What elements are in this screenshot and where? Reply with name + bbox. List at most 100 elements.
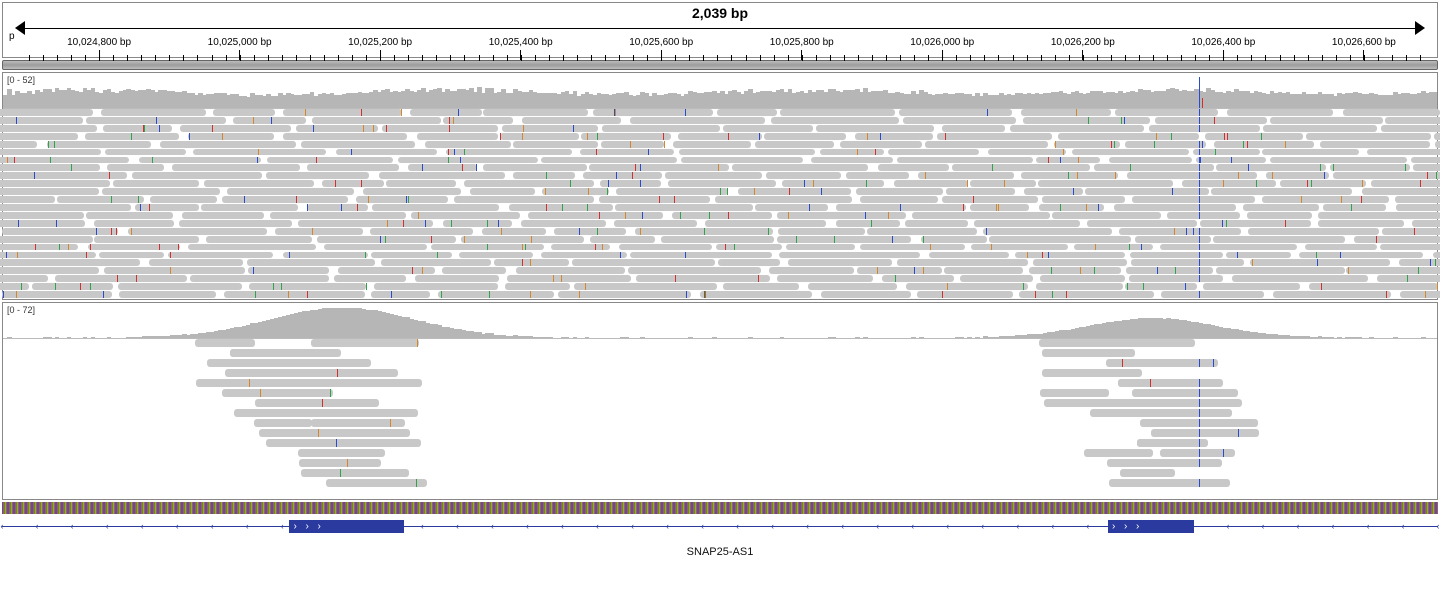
aligned-read[interactable] [55,275,188,282]
aligned-read[interactable] [233,117,307,124]
aligned-read[interactable] [1087,220,1197,227]
aligned-read[interactable] [1033,259,1126,266]
aligned-read[interactable] [1021,172,1119,179]
aligned-read[interactable] [1109,157,1192,164]
aligned-read[interactable] [1205,133,1303,140]
aligned-read[interactable] [1250,259,1389,266]
aligned-read[interactable] [1024,188,1082,195]
aligned-read[interactable] [1072,149,1188,156]
aligned-read[interactable] [723,125,813,132]
aligned-read[interactable] [283,252,368,259]
aligned-read[interactable] [1130,252,1223,259]
aligned-read[interactable] [788,259,892,266]
aligned-read[interactable] [732,164,868,171]
aligned-read[interactable] [1052,212,1161,219]
aligned-read[interactable] [970,204,1029,211]
aligned-read[interactable] [370,228,474,235]
aligned-read[interactable] [1182,180,1276,187]
aligned-read[interactable] [322,180,385,187]
aligned-read[interactable] [283,133,407,140]
aligned-read[interactable] [808,283,897,290]
aligned-read[interactable] [1396,204,1440,211]
gene-annotation-track[interactable]: ‹‹‹‹‹‹‹‹‹‹‹‹‹‹‹‹‹‹‹‹‹‹‹‹‹‹‹‹‹‹‹‹‹‹‹‹‹‹‹‹… [2,518,1438,544]
aligned-read[interactable] [755,141,834,148]
aligned-read[interactable] [628,267,761,274]
aligned-read[interactable] [738,188,851,195]
aligned-read[interactable] [0,244,78,251]
aligned-read[interactable] [179,220,292,227]
aligned-read[interactable] [505,283,571,290]
aligned-read[interactable] [382,125,498,132]
aligned-read[interactable] [1248,228,1378,235]
aligned-read[interactable] [0,141,37,148]
aligned-read[interactable] [989,236,1131,243]
reference-sequence-track[interactable] [2,502,1438,514]
aligned-read[interactable] [590,236,655,243]
aligned-read[interactable] [942,125,1005,132]
aligned-read[interactable] [1413,164,1440,171]
aligned-read[interactable] [298,220,433,227]
aligned-read[interactable] [1226,252,1291,259]
aligned-read[interactable] [248,267,330,274]
aligned-read[interactable] [0,236,93,243]
aligned-read[interactable] [102,188,220,195]
aligned-read[interactable] [267,157,393,164]
aligned-read[interactable] [1125,141,1206,148]
aligned-read[interactable] [275,228,363,235]
aligned-read[interactable] [411,212,520,219]
aligned-read[interactable] [782,180,884,187]
aligned-read[interactable] [283,109,401,116]
aligned-read[interactable] [1435,141,1440,148]
aligned-read[interactable] [836,204,966,211]
aligned-read[interactable] [1266,172,1329,179]
aligned-read[interactable] [846,172,910,179]
aligned-read[interactable] [372,204,499,211]
aligned-read[interactable] [952,164,1090,171]
aligned-read[interactable] [672,212,772,219]
aligned-read[interactable] [149,259,242,266]
aligned-read[interactable] [867,228,978,235]
aligned-read[interactable] [0,172,127,179]
aligned-read[interactable] [593,109,714,116]
aligned-read[interactable] [918,172,1015,179]
aligned-read[interactable] [717,109,777,116]
alignment-track-2[interactable]: [0 - 72] [2,302,1438,500]
aligned-read[interactable] [104,267,245,274]
aligned-read[interactable] [541,157,678,164]
aligned-read[interactable] [1127,172,1258,179]
aligned-read[interactable] [705,220,826,227]
aligned-read[interactable] [718,259,781,266]
aligned-read[interactable] [1167,212,1240,219]
aligned-read[interactable] [1125,283,1197,290]
aligned-read[interactable] [0,109,93,116]
aligned-read[interactable] [1119,228,1242,235]
aligned-read[interactable] [820,149,885,156]
aligned-read[interactable] [1214,141,1314,148]
aligned-read[interactable] [1411,157,1440,164]
aligned-read[interactable] [1247,212,1312,219]
aligned-read[interactable] [94,220,173,227]
aligned-read[interactable] [160,141,296,148]
aligned-read[interactable] [630,252,772,259]
aligned-read[interactable] [513,141,598,148]
aligned-read[interactable] [172,164,301,171]
aligned-read[interactable] [0,212,84,219]
aligned-read[interactable] [1395,196,1440,203]
aligned-read[interactable] [840,141,922,148]
aligned-read[interactable] [1343,109,1440,116]
aligned-read[interactable] [509,204,613,211]
aligned-read[interactable] [0,259,140,266]
aligned-read[interactable] [101,109,207,116]
aligned-read[interactable] [769,267,853,274]
aligned-read[interactable] [408,164,478,171]
aligned-read[interactable] [1126,267,1214,274]
aligned-read[interactable] [780,109,894,116]
aligned-read[interactable] [905,220,968,227]
aligned-read[interactable] [1412,220,1440,227]
aligned-read[interactable] [336,149,437,156]
aligned-read[interactable] [1273,291,1391,298]
aligned-read[interactable] [856,188,943,195]
aligned-read[interactable] [57,196,144,203]
aligned-read[interactable] [0,149,101,156]
aligned-read[interactable] [894,180,968,187]
